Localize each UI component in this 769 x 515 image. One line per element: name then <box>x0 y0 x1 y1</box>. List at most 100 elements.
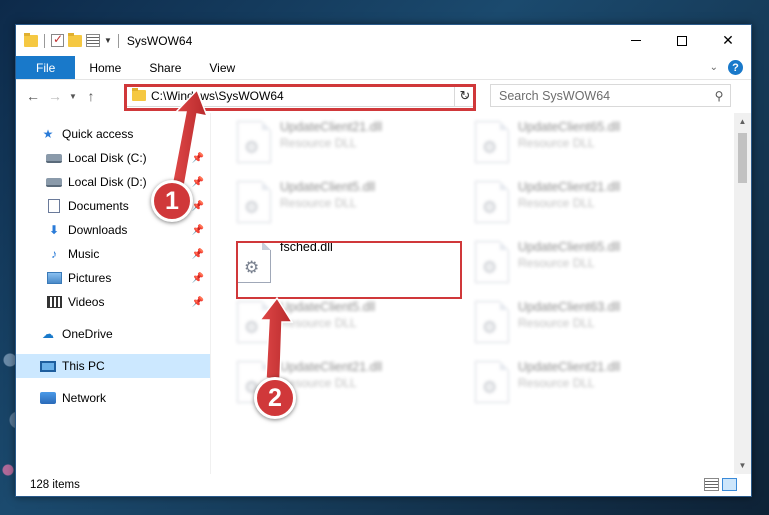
quick-access-toolbar: ▼ <box>16 32 121 48</box>
network-icon <box>40 391 56 405</box>
pin-icon[interactable]: 📌 <box>192 273 204 284</box>
tab-home[interactable]: Home <box>75 56 135 79</box>
file-name: UpdateClient21.dll <box>280 360 383 374</box>
sidebar-item-label: Local Disk (C:) <box>68 151 147 165</box>
pin-icon[interactable]: 📌 <box>192 153 204 164</box>
gear-icon: ⚙ <box>482 198 498 217</box>
scroll-up-chevron-icon[interactable]: ▲ <box>734 113 751 130</box>
sidebar-item-label: Pictures <box>68 271 112 285</box>
file-type: Resource DLL <box>280 196 357 210</box>
sidebar-item-label: Videos <box>68 295 105 309</box>
gear-icon: ⚙ <box>482 318 498 337</box>
tiles-view-icon[interactable] <box>722 478 737 491</box>
gear-icon: ⚙ <box>482 378 498 397</box>
maximize-button[interactable] <box>659 25 705 56</box>
close-button[interactable]: ✕ <box>705 25 751 56</box>
file-name: UpdateClient21.dll <box>518 360 621 374</box>
file-item[interactable]: ⚙ UpdateClient5.dll Resource DLL <box>233 293 463 353</box>
scrollbar-thumb[interactable] <box>738 133 747 183</box>
file-explorer-window: ▼ SysWOW64 ✕ File Home Share View ⌄ ? ← … <box>15 24 752 497</box>
sidebar-item-videos[interactable]: Videos 📌 <box>16 290 210 314</box>
file-item[interactable]: ⚙ UpdateClient63.dll Resource DLL <box>471 293 701 353</box>
file-item[interactable]: ⚙ UpdateClient21.dll Resource DLL <box>471 173 701 233</box>
search-box[interactable]: Search SysWOW64 ⚲ <box>490 84 731 107</box>
file-item[interactable]: ⚙ UpdateClient65.dll Resource DLL <box>471 233 701 293</box>
up-arrow-icon[interactable]: ↑ <box>80 88 102 104</box>
title-bar: ▼ SysWOW64 ✕ <box>16 25 751 56</box>
sidebar-item-this-pc[interactable]: This PC <box>16 354 210 378</box>
sidebar-item-network[interactable]: Network <box>16 386 210 410</box>
minimize-icon <box>631 40 641 41</box>
pin-icon[interactable]: 📌 <box>192 201 204 212</box>
search-input[interactable]: Search SysWOW64 <box>499 89 708 103</box>
dll-file-icon: ⚙ <box>475 361 509 403</box>
file-name: UpdateClient65.dll <box>518 120 621 134</box>
details-view-icon[interactable] <box>704 478 719 491</box>
sidebar-item-label: Music <box>68 247 100 261</box>
search-icon: ⚲ <box>714 88 724 103</box>
sidebar-item-local-disk-c[interactable]: Local Disk (C:) 📌 <box>16 146 210 170</box>
recent-locations-chevron-icon[interactable]: ▼ <box>66 92 80 101</box>
pin-icon[interactable]: 📌 <box>192 249 204 260</box>
pictures-icon <box>46 271 62 285</box>
toolbar-separator <box>117 33 119 48</box>
tab-share[interactable]: Share <box>135 56 195 79</box>
gear-icon: ⚙ <box>482 258 498 277</box>
file-name: UpdateClient21.dll <box>280 120 383 134</box>
window-controls: ✕ <box>613 25 751 56</box>
sidebar-item-label: Downloads <box>68 223 128 237</box>
callout-two: 2 <box>254 377 296 419</box>
callout-number: 2 <box>268 383 282 412</box>
expand-ribbon-chevron-icon[interactable]: ⌄ <box>710 62 718 73</box>
tab-file[interactable]: File <box>16 56 76 79</box>
pin-icon[interactable]: 📌 <box>192 225 204 236</box>
sidebar-item-quick-access[interactable]: ★ Quick access <box>16 122 210 146</box>
file-item[interactable]: ⚙ UpdateClient5.dll Resource DLL <box>233 173 463 233</box>
status-bar: 128 items <box>16 474 751 496</box>
sidebar-item-downloads[interactable]: ⬇ Downloads 📌 <box>16 218 210 242</box>
sidebar-item-pictures[interactable]: Pictures 📌 <box>16 266 210 290</box>
file-type: Resource DLL <box>518 376 595 390</box>
minimize-button[interactable] <box>613 25 659 56</box>
tab-view-label: View <box>209 60 236 75</box>
back-arrow-icon[interactable]: ← <box>22 88 44 104</box>
callout-one: 1 <box>151 180 193 222</box>
file-item[interactable]: ⚙ UpdateClient65.dll Resource DLL <box>471 113 701 173</box>
customize-toolbar-icon[interactable] <box>86 34 100 47</box>
properties-check-icon[interactable] <box>51 32 64 47</box>
toolbar-separator <box>44 33 45 48</box>
file-type: Resource DLL <box>518 136 595 150</box>
file-item[interactable]: ⚙ UpdateClient21.dll Resource DLL <box>471 353 701 413</box>
scroll-down-chevron-icon[interactable]: ▼ <box>734 457 751 474</box>
tab-share-label: Share <box>149 60 182 75</box>
view-toggle <box>704 478 737 491</box>
dll-file-icon: ⚙ <box>237 301 271 343</box>
disk-icon <box>46 175 62 189</box>
ribbon-right-controls: ⌄ ? <box>710 60 743 75</box>
ribbon-tabs: File Home Share View ⌄ ? <box>16 56 751 80</box>
gear-icon: ⚙ <box>482 138 498 157</box>
tab-view[interactable]: View <box>195 56 249 79</box>
new-folder-icon[interactable] <box>68 32 82 47</box>
chevron-down-icon[interactable]: ▼ <box>104 36 112 45</box>
pin-icon[interactable]: 📌 <box>192 177 204 188</box>
pin-icon[interactable]: 📌 <box>192 297 204 308</box>
file-type: Resource DLL <box>518 256 595 270</box>
sidebar-item-music[interactable]: ♪ Music 📌 <box>16 242 210 266</box>
tab-home-label: Home <box>89 60 122 75</box>
dll-file-icon: ⚙ <box>237 121 271 163</box>
sidebar-item-label: Documents <box>68 199 129 213</box>
file-type: Resource DLL <box>280 136 357 150</box>
forward-arrow-icon[interactable]: → <box>44 88 66 104</box>
file-name: UpdateClient21.dll <box>518 180 621 194</box>
file-highlight <box>236 241 462 299</box>
sidebar-item-label: Network <box>62 391 107 405</box>
sidebar-item-onedrive[interactable]: ☁ OneDrive <box>16 322 210 346</box>
file-item[interactable]: ⚙ UpdateClient21.dll Resource DLL <box>233 113 463 173</box>
help-icon[interactable]: ? <box>728 60 743 75</box>
videos-icon <box>46 295 62 309</box>
file-name: UpdateClient5.dll <box>280 180 376 194</box>
vertical-scrollbar[interactable]: ▲ ▼ <box>734 113 751 474</box>
